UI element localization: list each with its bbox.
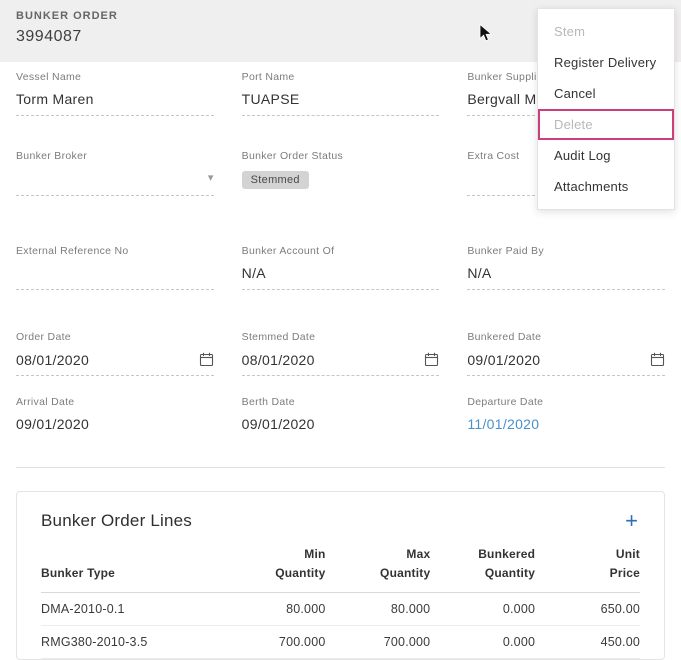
menu-item-attachments[interactable]: Attachments xyxy=(538,171,674,202)
form-row-3: External Reference No Bunker Account Of … xyxy=(16,245,665,290)
field-bunker-order-status: Bunker Order Status Stemmed xyxy=(242,150,440,196)
field-external-reference-no[interactable]: External Reference No xyxy=(16,245,214,290)
field-value: 09/01/2020 xyxy=(16,416,214,433)
cell-bunker-type: DMA-2010-0.1 xyxy=(41,593,221,626)
field-vessel-name[interactable]: Vessel Name Torm Maren xyxy=(16,71,214,116)
add-order-line-button[interactable]: + xyxy=(623,510,640,532)
field-bunker-paid-by[interactable]: Bunker Paid By N/A xyxy=(467,245,665,290)
col-bunker-type: Bunker Type xyxy=(41,545,221,593)
field-arrival-date: Arrival Date 09/01/2020 xyxy=(16,396,214,440)
field-value: Torm Maren xyxy=(16,91,214,108)
field-berth-date: Berth Date 09/01/2020 xyxy=(242,396,440,440)
col-unit-price: UnitPrice xyxy=(535,545,640,593)
cell-min-quantity: 700.000 xyxy=(221,626,326,659)
col-max-quantity: MaxQuantity xyxy=(326,545,431,593)
field-label: Berth Date xyxy=(242,396,440,408)
menu-item-audit-log[interactable]: Audit Log xyxy=(538,140,674,171)
field-value: TUAPSE xyxy=(242,91,440,108)
cell-max-quantity: 700.000 xyxy=(326,626,431,659)
cell-bunkered-quantity: 0.000 xyxy=(430,626,535,659)
table-row[interactable]: RMG380-2010-3.5 700.000 700.000 0.000 45… xyxy=(41,626,640,659)
field-value: 08/01/2020 xyxy=(242,352,315,368)
field-value xyxy=(16,265,214,282)
field-port-name[interactable]: Port Name TUAPSE xyxy=(242,71,440,116)
departure-date-link[interactable]: 11/01/2020 xyxy=(467,416,665,433)
field-label: Bunker Broker xyxy=(16,150,214,162)
field-bunker-account-of[interactable]: Bunker Account Of N/A xyxy=(242,245,440,290)
cell-unit-price: 650.00 xyxy=(535,593,640,626)
field-label: Bunker Order Status xyxy=(242,150,440,162)
cell-min-quantity: 80.000 xyxy=(221,593,326,626)
field-value: N/A xyxy=(467,265,665,282)
field-label: Bunkered Date xyxy=(467,331,665,343)
field-order-date[interactable]: Order Date 08/01/2020 xyxy=(16,331,214,376)
col-bunkered-quantity: BunkeredQuantity xyxy=(430,545,535,593)
cell-bunker-type: RMG380-2010-3.5 xyxy=(41,626,221,659)
field-label: Port Name xyxy=(242,71,440,83)
field-bunker-broker[interactable]: Bunker Broker ▾ xyxy=(16,150,214,196)
cell-bunkered-quantity: 0.000 xyxy=(430,593,535,626)
table-header-row: Bunker Type MinQuantity MaxQuantity Bunk… xyxy=(41,545,640,593)
field-label: Bunker Account Of xyxy=(242,245,440,257)
status-badge: Stemmed xyxy=(242,171,309,189)
chevron-down-icon[interactable]: ▾ xyxy=(208,173,214,184)
menu-item-stem: Stem xyxy=(538,16,674,47)
field-value: 09/01/2020 xyxy=(467,352,540,368)
form-row-5: Arrival Date 09/01/2020 Berth Date 09/01… xyxy=(16,396,665,440)
col-min-quantity: MinQuantity xyxy=(221,545,326,593)
field-value: N/A xyxy=(242,265,440,282)
cell-unit-price: 450.00 xyxy=(535,626,640,659)
field-bunkered-date[interactable]: Bunkered Date 09/01/2020 xyxy=(467,331,665,376)
field-label: Arrival Date xyxy=(16,396,214,408)
context-menu: Stem Register Delivery Cancel Delete Aud… xyxy=(537,8,675,210)
card-title: Bunker Order Lines xyxy=(41,511,192,531)
field-value: 09/01/2020 xyxy=(242,416,440,433)
calendar-icon[interactable] xyxy=(650,352,665,367)
field-stemmed-date[interactable]: Stemmed Date 08/01/2020 xyxy=(242,331,440,376)
section-divider xyxy=(16,467,665,468)
field-label: External Reference No xyxy=(16,245,214,257)
order-lines-table: Bunker Type MinQuantity MaxQuantity Bunk… xyxy=(41,545,640,659)
field-label: Departure Date xyxy=(467,396,665,408)
field-label: Vessel Name xyxy=(16,71,214,83)
field-label: Order Date xyxy=(16,331,214,343)
field-departure-date: Departure Date 11/01/2020 xyxy=(467,396,665,440)
field-label: Stemmed Date xyxy=(242,331,440,343)
menu-item-cancel[interactable]: Cancel xyxy=(538,78,674,109)
form-row-4: Order Date 08/01/2020 Stemmed Date 08/01… xyxy=(16,331,665,376)
field-value: 08/01/2020 xyxy=(16,352,89,368)
calendar-icon[interactable] xyxy=(199,352,214,367)
menu-item-register-delivery[interactable]: Register Delivery xyxy=(538,47,674,78)
menu-item-delete: Delete xyxy=(538,109,674,140)
table-row[interactable]: DMA-2010-0.1 80.000 80.000 0.000 650.00 xyxy=(41,593,640,626)
bunker-order-lines-card: Bunker Order Lines + Bunker Type MinQuan… xyxy=(16,491,665,660)
cell-max-quantity: 80.000 xyxy=(326,593,431,626)
field-label: Bunker Paid By xyxy=(467,245,665,257)
calendar-icon[interactable] xyxy=(424,352,439,367)
